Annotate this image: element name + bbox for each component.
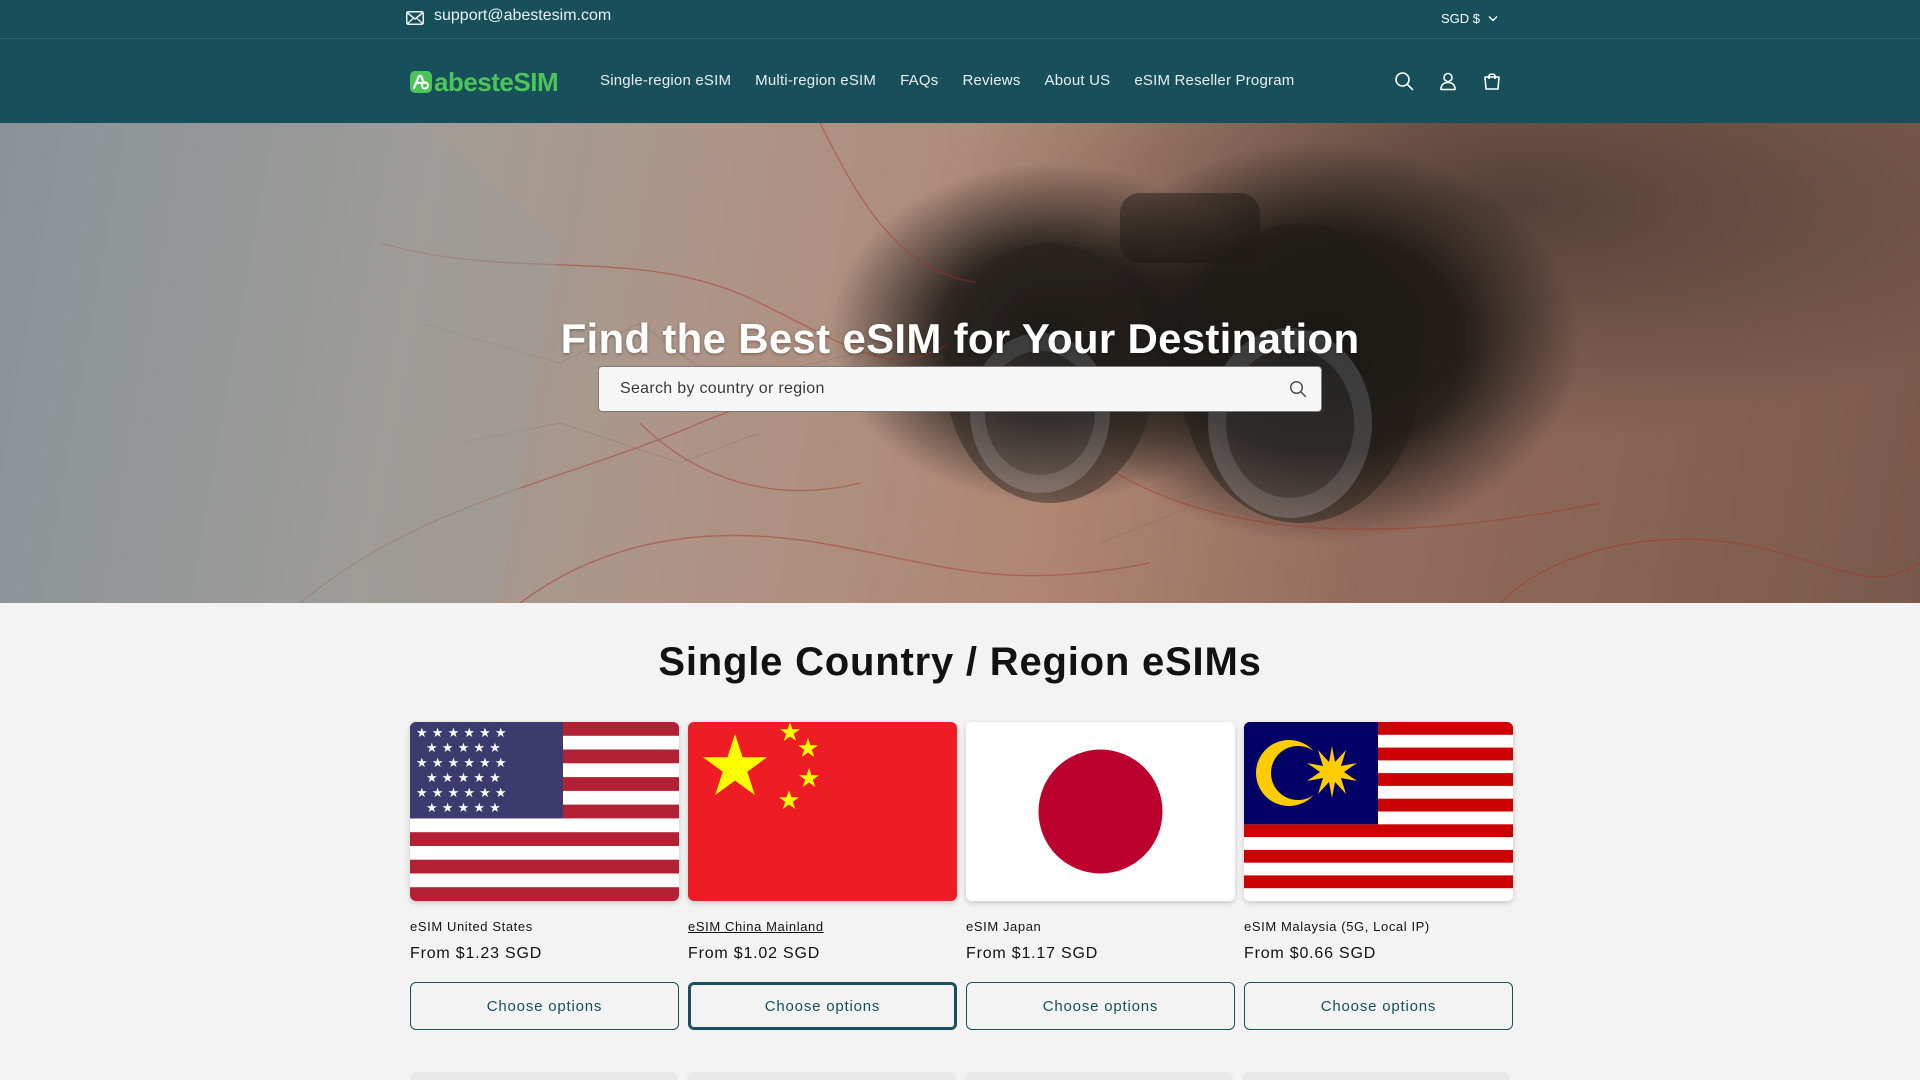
- product-title[interactable]: eSIM United States: [410, 919, 679, 936]
- choose-options-button[interactable]: Choose options: [688, 982, 957, 1030]
- logo-mark-icon: [410, 71, 432, 93]
- svg-text:★ ★ ★ ★ ★: ★ ★ ★ ★ ★: [426, 741, 501, 756]
- svg-text:★ ★ ★ ★ ★ ★: ★ ★ ★ ★ ★ ★: [416, 756, 507, 771]
- product-title[interactable]: eSIM China Mainland: [688, 919, 957, 936]
- hero-banner: Find the Best eSIM for Your Destination: [0, 123, 1920, 603]
- nav-about-us[interactable]: About US: [1033, 72, 1123, 89]
- nav-reseller-program[interactable]: eSIM Reseller Program: [1122, 72, 1306, 89]
- china-flag: [688, 722, 957, 901]
- search-icon[interactable]: [1275, 366, 1321, 412]
- nav-reviews[interactable]: Reviews: [950, 72, 1032, 89]
- hero-overlay: [0, 123, 1920, 603]
- product-grid: ★ ★ ★ ★ ★ ★ ★ ★ ★ ★ ★ ★ ★ ★ ★ ★ ★ ★ ★ ★ …: [410, 722, 1513, 1030]
- nav-single-region[interactable]: Single-region eSIM: [588, 72, 743, 89]
- malaysia-flag: [1244, 722, 1513, 901]
- search-icon[interactable]: [1392, 69, 1416, 93]
- product-image[interactable]: [1244, 722, 1513, 901]
- svg-text:★ ★ ★ ★ ★: ★ ★ ★ ★ ★: [426, 771, 501, 786]
- currency-label: SGD $: [1441, 11, 1481, 26]
- choose-options-button[interactable]: Choose options: [1244, 982, 1513, 1030]
- product-price: From $0.66 SGD: [1244, 945, 1377, 962]
- product-image[interactable]: [966, 722, 1235, 901]
- product-title[interactable]: eSIM Japan: [966, 919, 1235, 936]
- svg-text:★ ★ ★ ★ ★ ★: ★ ★ ★ ★ ★ ★: [416, 786, 507, 801]
- section-title: Single Country / Region eSIMs: [658, 640, 1262, 684]
- choose-options-button[interactable]: Choose options: [410, 982, 679, 1030]
- chevron-down-icon: [1488, 16, 1498, 22]
- currency-selector[interactable]: SGD $: [1441, 11, 1498, 26]
- site-header: abesteSIM Single-region eSIM Multi-regio…: [0, 39, 1920, 123]
- svg-text:★ ★ ★ ★ ★: ★ ★ ★ ★ ★: [426, 801, 501, 816]
- announcement-bar: support@abestesim.com SGD $: [0, 0, 1920, 39]
- mail-icon: [406, 10, 424, 25]
- product-card: ★ ★ ★ ★ ★ ★ ★ ★ ★ ★ ★ ★ ★ ★ ★ ★ ★ ★ ★ ★ …: [410, 722, 679, 1030]
- logo-text: abesteSIM: [434, 66, 559, 97]
- product-card: eSIM China Mainland From $1.02 SGD Choos…: [688, 722, 957, 1030]
- product-card-peek: [410, 1072, 679, 1080]
- main-nav: Single-region eSIM Multi-region eSIM FAQ…: [588, 72, 1306, 89]
- product-title[interactable]: eSIM Malaysia (5G, Local IP): [1244, 919, 1513, 936]
- destination-search: [598, 366, 1322, 412]
- choose-options-button[interactable]: Choose options: [966, 982, 1235, 1030]
- product-image[interactable]: [688, 722, 957, 901]
- destination-search-input[interactable]: [599, 367, 1275, 411]
- header-actions: [1392, 69, 1504, 93]
- product-price: From $1.17 SGD: [966, 945, 1099, 962]
- product-card: eSIM Japan From $1.17 SGD Choose options: [966, 722, 1235, 1030]
- nav-faqs[interactable]: FAQs: [888, 72, 950, 89]
- japan-flag: [966, 722, 1235, 901]
- support-email-text: support@abestesim.com: [434, 7, 612, 24]
- support-email-link[interactable]: support@abestesim.com: [406, 7, 611, 25]
- nav-multi-region[interactable]: Multi-region eSIM: [743, 72, 888, 89]
- product-card-peek: [687, 1072, 956, 1080]
- svg-text:★ ★ ★ ★ ★ ★: ★ ★ ★ ★ ★ ★: [416, 726, 507, 741]
- product-price: From $1.02 SGD: [688, 945, 821, 962]
- next-row-preview: [410, 1072, 1510, 1080]
- cart-icon[interactable]: [1480, 69, 1504, 93]
- product-card-peek: [1241, 1072, 1510, 1080]
- product-card: eSIM Malaysia (5G, Local IP) From $0.66 …: [1244, 722, 1513, 1030]
- site-logo[interactable]: abesteSIM: [410, 66, 559, 98]
- product-image[interactable]: ★ ★ ★ ★ ★ ★ ★ ★ ★ ★ ★ ★ ★ ★ ★ ★ ★ ★ ★ ★ …: [410, 722, 679, 901]
- account-icon[interactable]: [1436, 69, 1460, 93]
- hero-title: Find the Best eSIM for Your Destination: [560, 315, 1360, 362]
- us-flag: ★ ★ ★ ★ ★ ★ ★ ★ ★ ★ ★ ★ ★ ★ ★ ★ ★ ★ ★ ★ …: [410, 722, 679, 901]
- product-card-peek: [964, 1072, 1233, 1080]
- product-price: From $1.23 SGD: [410, 945, 543, 962]
